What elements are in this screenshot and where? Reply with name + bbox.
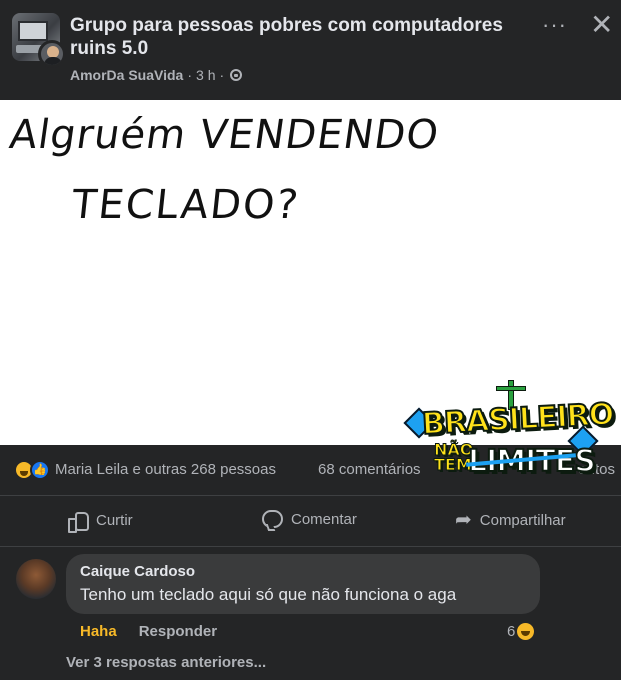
view-previous-replies-link[interactable]: Ver 3 respostas anteriores...: [66, 654, 266, 671]
handwritten-line-2: TECLADO?: [69, 182, 303, 228]
post-meta: AmorDa SuaVida · 3 h ·: [70, 67, 243, 83]
comment-text: Tenho um teclado aqui só que não funcion…: [80, 585, 457, 604]
reply-button[interactable]: Responder: [139, 623, 217, 640]
meta-separator: ·: [219, 67, 225, 83]
haha-reaction-button[interactable]: Haha: [80, 623, 117, 640]
share-arrow-icon: ➦: [455, 509, 472, 531]
post-time[interactable]: 3 h: [196, 67, 215, 83]
reaction-summary[interactable]: Maria Leila e outras 268 pessoas: [55, 461, 276, 478]
comment-reaction-number: 6: [507, 623, 516, 640]
comment-bubble-icon: [262, 510, 283, 528]
post-actions: Curtir Comentar ➦ Compartilhar: [0, 495, 621, 547]
commenter-name[interactable]: Caique Cardoso: [80, 563, 195, 580]
haha-icon: [517, 623, 535, 640]
like-icon: 👍: [30, 460, 50, 480]
author-avatar[interactable]: [38, 40, 66, 68]
thumbs-up-icon: [68, 510, 89, 533]
like-label: Curtir: [96, 511, 133, 529]
comment-button[interactable]: Comentar: [262, 510, 357, 528]
post-header: Grupo para pessoas pobres com computador…: [0, 0, 621, 100]
handwritten-line-1: Algruém VENDENDO: [6, 112, 443, 158]
author-avatar-body: [44, 57, 62, 65]
comment-reaction-count[interactable]: 6: [507, 623, 535, 640]
more-horizontal-icon[interactable]: ···: [542, 12, 567, 38]
commenter-avatar[interactable]: [16, 559, 56, 599]
group-avatar-screen: [18, 21, 48, 41]
comment-actions: Haha Responder: [80, 623, 217, 640]
like-button[interactable]: Curtir: [68, 510, 133, 533]
brasileiro-watermark-logo: BRASILEIRO NÃO TEM LIMITES: [403, 378, 615, 490]
comment-label: Comentar: [291, 510, 357, 528]
meta-separator: ·: [187, 67, 193, 83]
globe-icon: [230, 69, 243, 81]
group-name[interactable]: Grupo para pessoas pobres com computador…: [70, 14, 520, 60]
author-name[interactable]: AmorDa SuaVida: [70, 67, 183, 83]
share-label: Compartilhar: [479, 511, 566, 529]
share-button[interactable]: ➦ Compartilhar: [455, 510, 566, 530]
reaction-icons[interactable]: 👍: [14, 460, 52, 480]
close-icon[interactable]: ✕: [590, 8, 613, 41]
comment-bubble: Caique Cardoso Tenho um teclado aqui só …: [66, 554, 540, 614]
comment-section: Caique Cardoso Tenho um teclado aqui só …: [0, 547, 621, 680]
